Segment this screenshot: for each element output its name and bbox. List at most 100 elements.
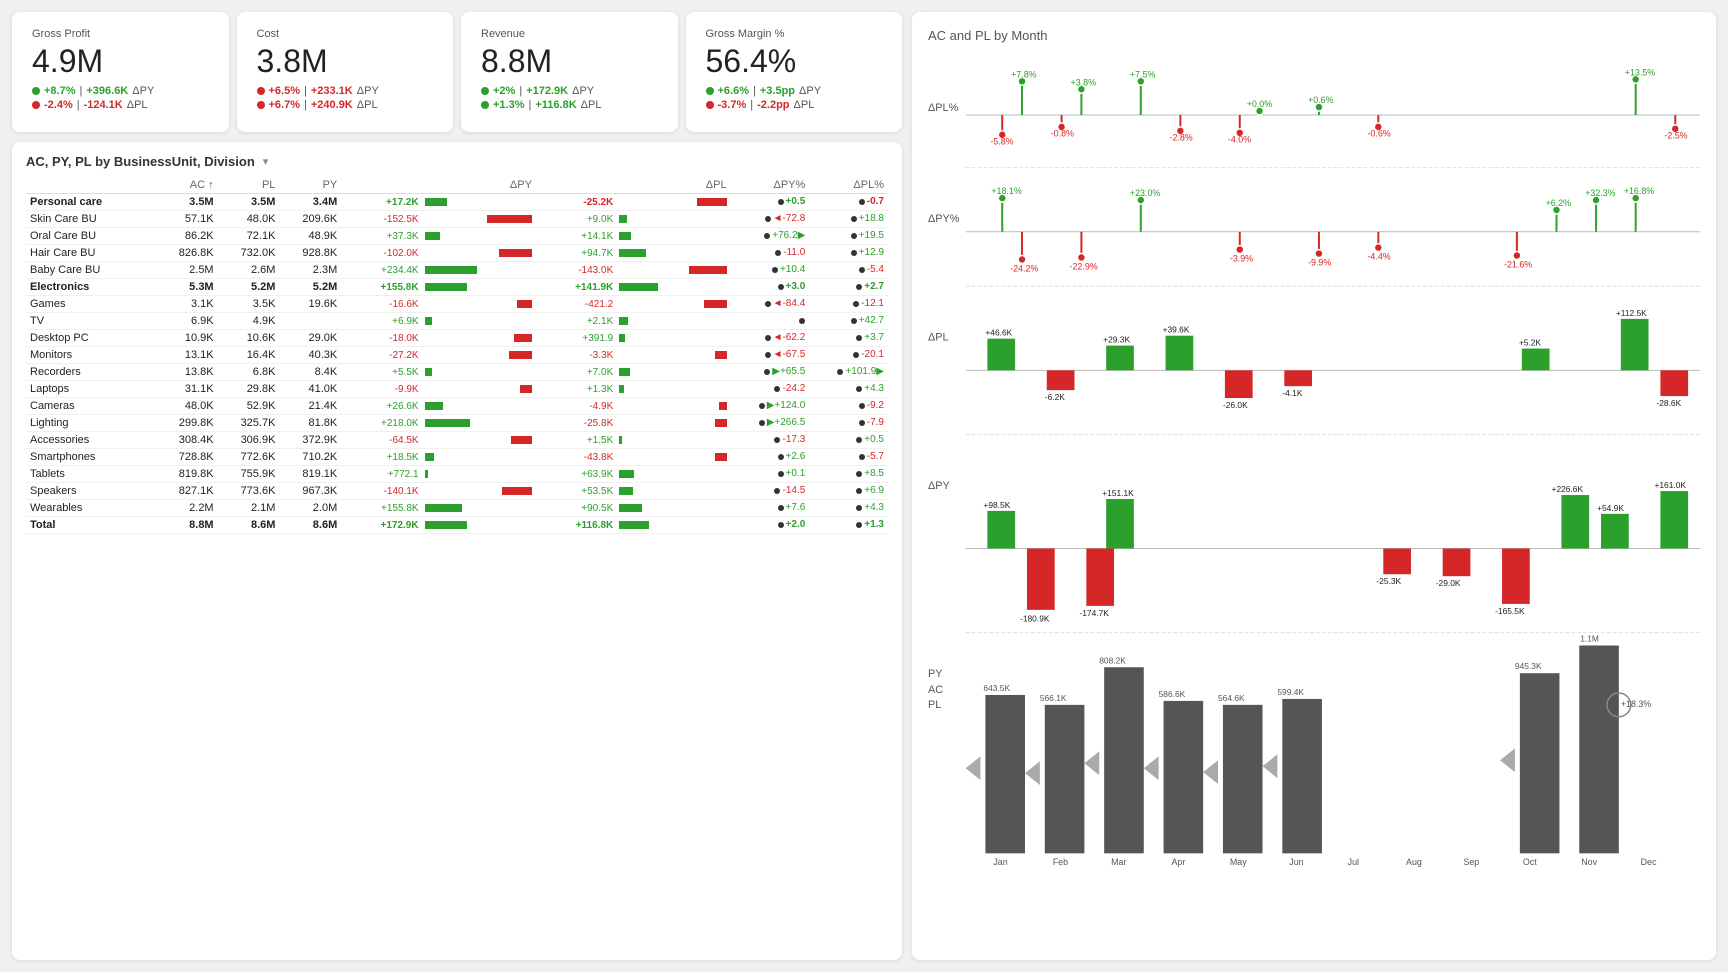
row-py: 81.8K [279, 415, 341, 432]
row-py: 40.3K [279, 347, 341, 364]
svg-text:-22.9%: -22.9% [1070, 261, 1098, 271]
row-pl: 3.5M [218, 194, 280, 211]
row-dpy-bar [421, 483, 536, 500]
row-dpyp: ◄-62.2 [731, 330, 810, 347]
row-dpyp: +3.0 [731, 279, 810, 296]
kpi-revenue-label: Revenue [481, 28, 658, 40]
row-pl: 772.6K [218, 449, 280, 466]
row-dpl-label: -4.9K [536, 398, 615, 415]
row-dpl-label: -43.8K [536, 449, 615, 466]
svg-text:-25.3K: -25.3K [1376, 576, 1401, 586]
svg-text:-2.8%: -2.8% [1169, 133, 1192, 143]
svg-text:Oct: Oct [1523, 857, 1537, 867]
row-py: 48.9K [279, 228, 341, 245]
row-dpyp: ▶+65.5 [731, 364, 810, 381]
kpi-sep-0-1: | [77, 99, 80, 111]
row-name: Lighting [26, 415, 156, 432]
row-name: Recorders [26, 364, 156, 381]
kpi-gross-profit: Gross Profit 4.9M +8.7% | +396.6K ΔPY -2… [12, 12, 229, 132]
table-scroll-area[interactable]: AC ↑ PL PY ΔPY ΔPL ΔPY% ΔPL% Personal ca… [26, 177, 888, 534]
svg-text:599.4K: 599.4K [1277, 687, 1304, 697]
row-ac: 31.1K [156, 381, 218, 398]
row-dpl-label: +391.9 [536, 330, 615, 347]
kpi-gross-margin-value: 56.4% [706, 44, 883, 79]
row-dpyp: +10.4 [731, 262, 810, 279]
svg-text:+6.2%: +6.2% [1546, 198, 1572, 208]
row-ac: 86.2K [156, 228, 218, 245]
col-dpy-header: ΔPY [341, 177, 536, 194]
row-py: 372.9K [279, 432, 341, 449]
row-dpy-label: +26.6K [341, 398, 420, 415]
dot-red-icon-2 [257, 87, 265, 95]
row-name: Laptops [26, 381, 156, 398]
row-dpyp: +2.6 [731, 449, 810, 466]
svg-text:+98.5K: +98.5K [983, 500, 1010, 510]
row-name: Total [26, 517, 156, 534]
row-name: Desktop PC [26, 330, 156, 347]
row-dplp: +12.9 [809, 245, 888, 262]
kpi-sep-0-0: | [80, 85, 83, 97]
row-dpl-label: +14.1K [536, 228, 615, 245]
svg-text:AC: AC [928, 684, 943, 696]
row-dplp: +8.5 [809, 466, 888, 483]
svg-text:+161.0K: +161.0K [1654, 480, 1686, 490]
row-dpyp: +2.0 [731, 517, 810, 534]
row-dpy-bar [421, 228, 536, 245]
svg-text:-21.6%: -21.6% [1504, 259, 1532, 269]
row-py: 3.4M [279, 194, 341, 211]
svg-text:Mar: Mar [1111, 857, 1126, 867]
row-dpl-bar [615, 517, 730, 534]
row-ac: 2.2M [156, 500, 218, 517]
row-dplp: -12.1 [809, 296, 888, 313]
row-dpy-label: -64.5K [341, 432, 420, 449]
row-dpy-label: +6.9K [341, 313, 420, 330]
row-ac: 3.5M [156, 194, 218, 211]
main-layout: Gross Profit 4.9M +8.7% | +396.6K ΔPY -2… [0, 0, 1728, 972]
kpi-metric-1-1: +6.7% | +240.9K ΔPL [257, 99, 434, 111]
row-dpl-label: -143.0K [536, 262, 615, 279]
row-dpy-label: +234.4K [341, 262, 420, 279]
row-dpy-bar [421, 398, 536, 415]
svg-text:-24.2%: -24.2% [1010, 263, 1038, 273]
kpi-revenue-metrics: +2% | +172.9K ΔPY +1.3% | +116.8K ΔPL [481, 85, 658, 111]
row-name: TV [26, 313, 156, 330]
row-py [279, 313, 341, 330]
row-dpl-label: +141.9K [536, 279, 615, 296]
row-dpl-label: +2.1K [536, 313, 615, 330]
col-dpyp: ΔPY% [731, 177, 810, 194]
svg-text:Sep: Sep [1463, 857, 1479, 867]
svg-text:+112.5K: +112.5K [1616, 308, 1647, 318]
dot-green-icon-3 [481, 101, 489, 109]
row-pl: 732.0K [218, 245, 280, 262]
kpi-gross-profit-metrics: +8.7% | +396.6K ΔPY -2.4% | -124.1K ΔPL [32, 85, 209, 111]
row-dpyp: -17.3 [731, 432, 810, 449]
svg-text:PY: PY [928, 668, 943, 680]
row-dpy-label: +172.9K [341, 517, 420, 534]
row-dpy-label: -9.9K [341, 381, 420, 398]
dot-green-icon [32, 87, 40, 95]
row-ac: 728.8K [156, 449, 218, 466]
kpi-tag-0-1: ΔPL [127, 99, 148, 111]
kpi-gross-margin-metrics: +6.6% | +3.5pp ΔPY -3.7% | -2.2pp ΔPL [706, 85, 883, 111]
kpi-revenue: Revenue 8.8M +2% | +172.9K ΔPY +1.3% | + [461, 12, 678, 132]
row-dpy-bar [421, 296, 536, 313]
row-pl: 773.6K [218, 483, 280, 500]
right-chart-title: AC and PL by Month [928, 28, 1700, 43]
row-py: 21.4K [279, 398, 341, 415]
row-dpy-label: -18.0K [341, 330, 420, 347]
kpi-gross-margin-label: Gross Margin % [706, 28, 883, 40]
row-dpyp: -11.0 [731, 245, 810, 262]
svg-text:945.3K: 945.3K [1515, 661, 1542, 671]
kpi-pct-0-0: +8.7% [44, 85, 76, 97]
dot-red-icon [32, 101, 40, 109]
svg-text:+13.5%: +13.5% [1625, 67, 1655, 77]
row-dplp: +18.8 [809, 211, 888, 228]
svg-text:566.1K: 566.1K [1040, 693, 1067, 703]
row-ac: 299.8K [156, 415, 218, 432]
row-dpy-bar [421, 245, 536, 262]
svg-text:-29.0K: -29.0K [1436, 578, 1461, 588]
dropdown-icon[interactable]: ▾ [263, 155, 269, 168]
row-ac: 10.9K [156, 330, 218, 347]
row-py: 19.6K [279, 296, 341, 313]
row-pl: 325.7K [218, 415, 280, 432]
